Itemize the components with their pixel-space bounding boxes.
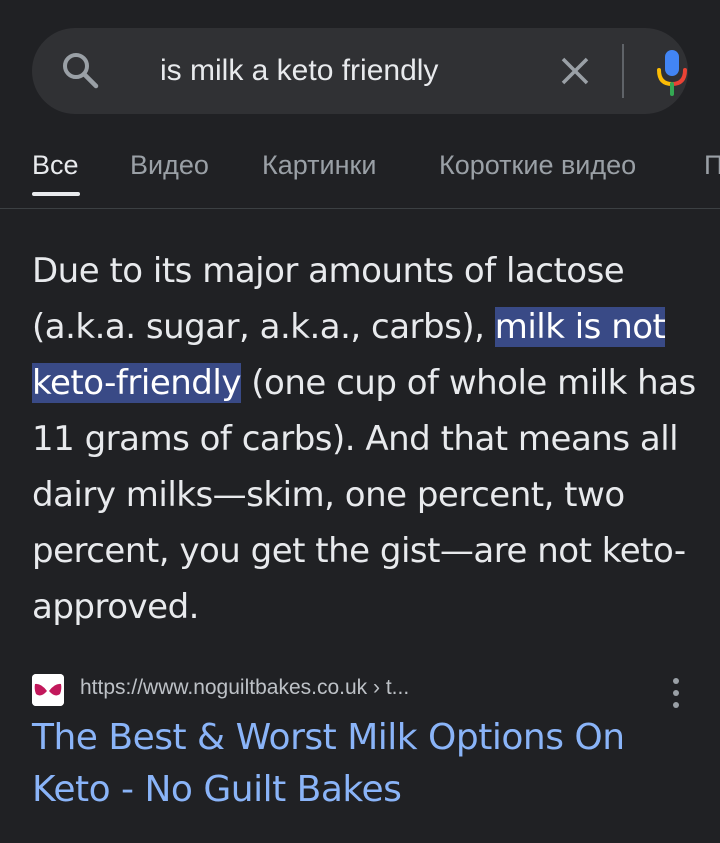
search-input[interactable]: is milk a keto friendly xyxy=(160,28,438,114)
tab-more[interactable]: П xyxy=(704,150,720,181)
search-tabs: Все Видео Картинки Короткие видео П xyxy=(0,136,720,208)
tab-images[interactable]: Картинки xyxy=(262,150,376,181)
tab-short-videos[interactable]: Короткие видео xyxy=(439,150,636,181)
result-title-link[interactable]: The Best & Worst Milk Options On Keto - … xyxy=(32,712,692,816)
close-icon[interactable] xyxy=(556,52,594,90)
result-source[interactable]: https://www.noguiltbakes.co.uk › t... xyxy=(32,670,692,710)
search-divider xyxy=(622,44,624,98)
tab-videos[interactable]: Видео xyxy=(130,150,209,181)
site-favicon-icon xyxy=(32,674,64,706)
result-url[interactable]: https://www.noguiltbakes.co.uk › t... xyxy=(80,676,409,700)
mic-icon[interactable] xyxy=(654,48,690,96)
more-vert-icon[interactable] xyxy=(668,676,684,710)
featured-snippet: Due to its major amounts of lactose (a.k… xyxy=(32,243,702,635)
search-bar[interactable]: is milk a keto friendly xyxy=(32,28,688,114)
active-tab-indicator xyxy=(32,192,80,196)
tab-all[interactable]: Все xyxy=(32,150,79,181)
search-icon[interactable] xyxy=(60,50,100,90)
tabs-divider xyxy=(0,208,720,209)
